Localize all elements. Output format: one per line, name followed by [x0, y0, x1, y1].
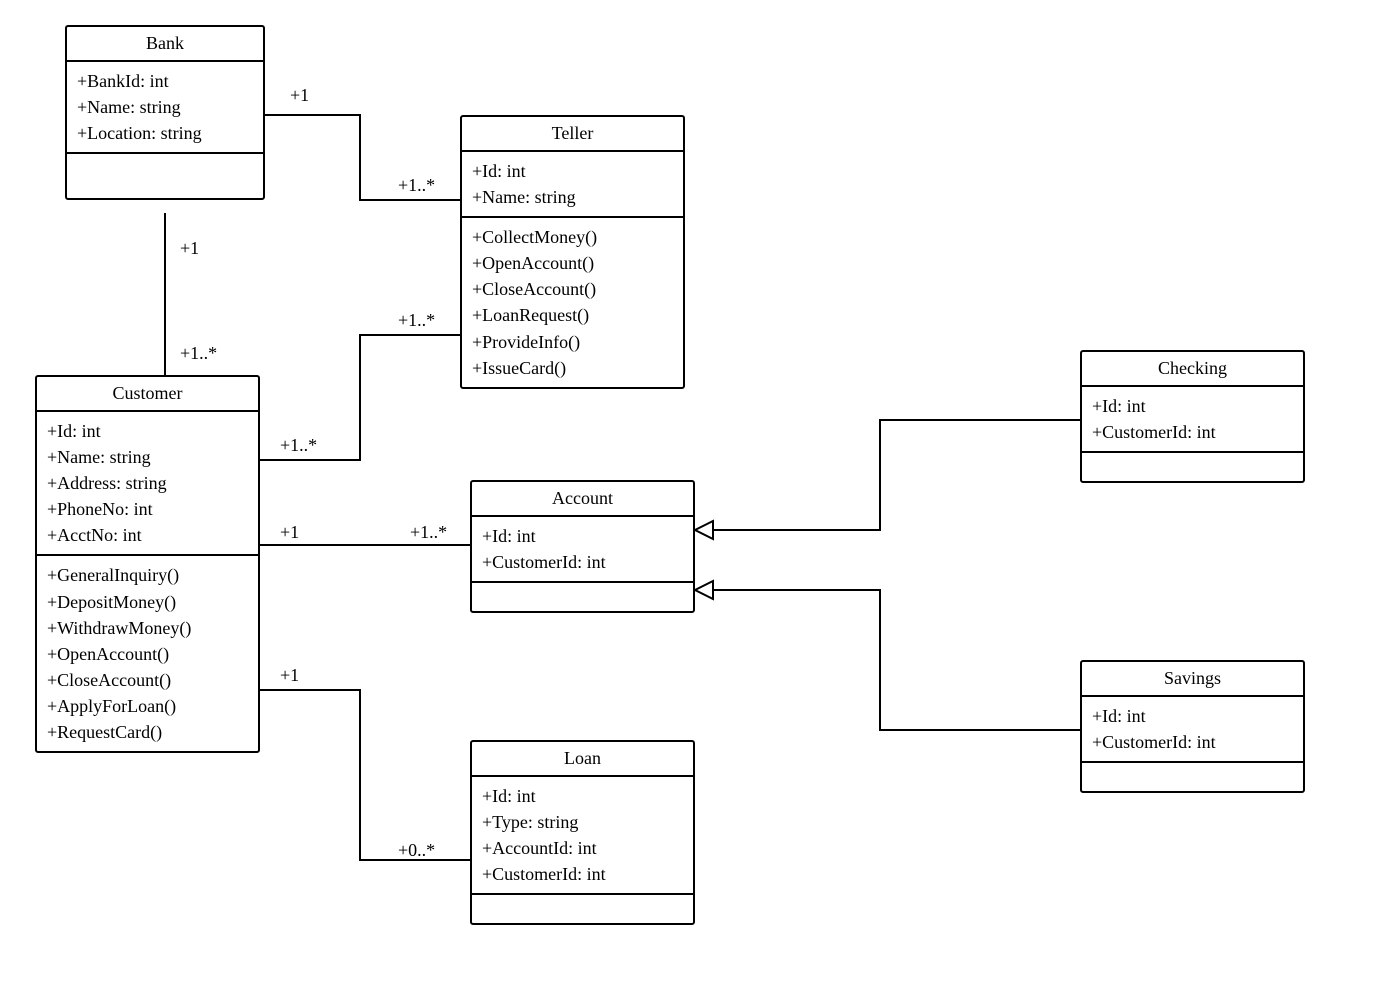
mult-customer-account-account: +1..*: [410, 522, 447, 543]
class-checking: Checking +Id: int +CustomerId: int: [1080, 350, 1305, 483]
class-account-attrs: +Id: int +CustomerId: int: [472, 517, 693, 583]
class-teller-attrs: +Id: int +Name: string: [462, 152, 683, 218]
edge-account-savings: [713, 590, 1080, 730]
class-bank: Bank +BankId: int +Name: string +Locatio…: [65, 25, 265, 200]
edge-account-checking: [713, 420, 1080, 530]
class-savings-title: Savings: [1082, 662, 1303, 697]
class-teller: Teller +Id: int +Name: string +CollectMo…: [460, 115, 685, 389]
class-loan: Loan +Id: int +Type: string +AccountId: …: [470, 740, 695, 925]
class-account: Account +Id: int +CustomerId: int: [470, 480, 695, 613]
edge-customer-loan: [260, 690, 470, 860]
mult-bank-teller-teller: +1..*: [398, 175, 435, 196]
class-savings: Savings +Id: int +CustomerId: int: [1080, 660, 1305, 793]
class-loan-ops: [472, 895, 693, 923]
class-savings-ops: [1082, 763, 1303, 791]
uml-class-diagram: Bank +BankId: int +Name: string +Locatio…: [0, 0, 1400, 991]
class-customer-title: Customer: [37, 377, 258, 412]
class-loan-title: Loan: [472, 742, 693, 777]
arrowhead-account-savings: [695, 581, 713, 599]
class-checking-ops: [1082, 453, 1303, 481]
class-customer-attrs: +Id: int +Name: string +Address: string …: [37, 412, 258, 556]
class-bank-ops: [67, 154, 263, 198]
mult-customer-loan-loan: +0..*: [398, 840, 435, 861]
class-checking-title: Checking: [1082, 352, 1303, 387]
mult-customer-teller-customer: +1..*: [280, 435, 317, 456]
class-teller-title: Teller: [462, 117, 683, 152]
mult-bank-customer-bank: +1: [180, 238, 199, 259]
class-teller-ops: +CollectMoney() +OpenAccount() +CloseAcc…: [462, 218, 683, 387]
class-customer: Customer +Id: int +Name: string +Address…: [35, 375, 260, 753]
class-savings-attrs: +Id: int +CustomerId: int: [1082, 697, 1303, 763]
mult-customer-teller-teller: +1..*: [398, 310, 435, 331]
class-account-title: Account: [472, 482, 693, 517]
class-loan-attrs: +Id: int +Type: string +AccountId: int +…: [472, 777, 693, 895]
mult-bank-teller-bank: +1: [290, 85, 309, 106]
class-account-ops: [472, 583, 693, 611]
arrowhead-account-checking: [695, 521, 713, 539]
mult-customer-account-customer: +1: [280, 522, 299, 543]
class-bank-title: Bank: [67, 27, 263, 62]
class-checking-attrs: +Id: int +CustomerId: int: [1082, 387, 1303, 453]
class-bank-attrs: +BankId: int +Name: string +Location: st…: [67, 62, 263, 154]
class-customer-ops: +GeneralInquiry() +DepositMoney() +Withd…: [37, 556, 258, 751]
mult-bank-customer-customer: +1..*: [180, 343, 217, 364]
mult-customer-loan-customer: +1: [280, 665, 299, 686]
